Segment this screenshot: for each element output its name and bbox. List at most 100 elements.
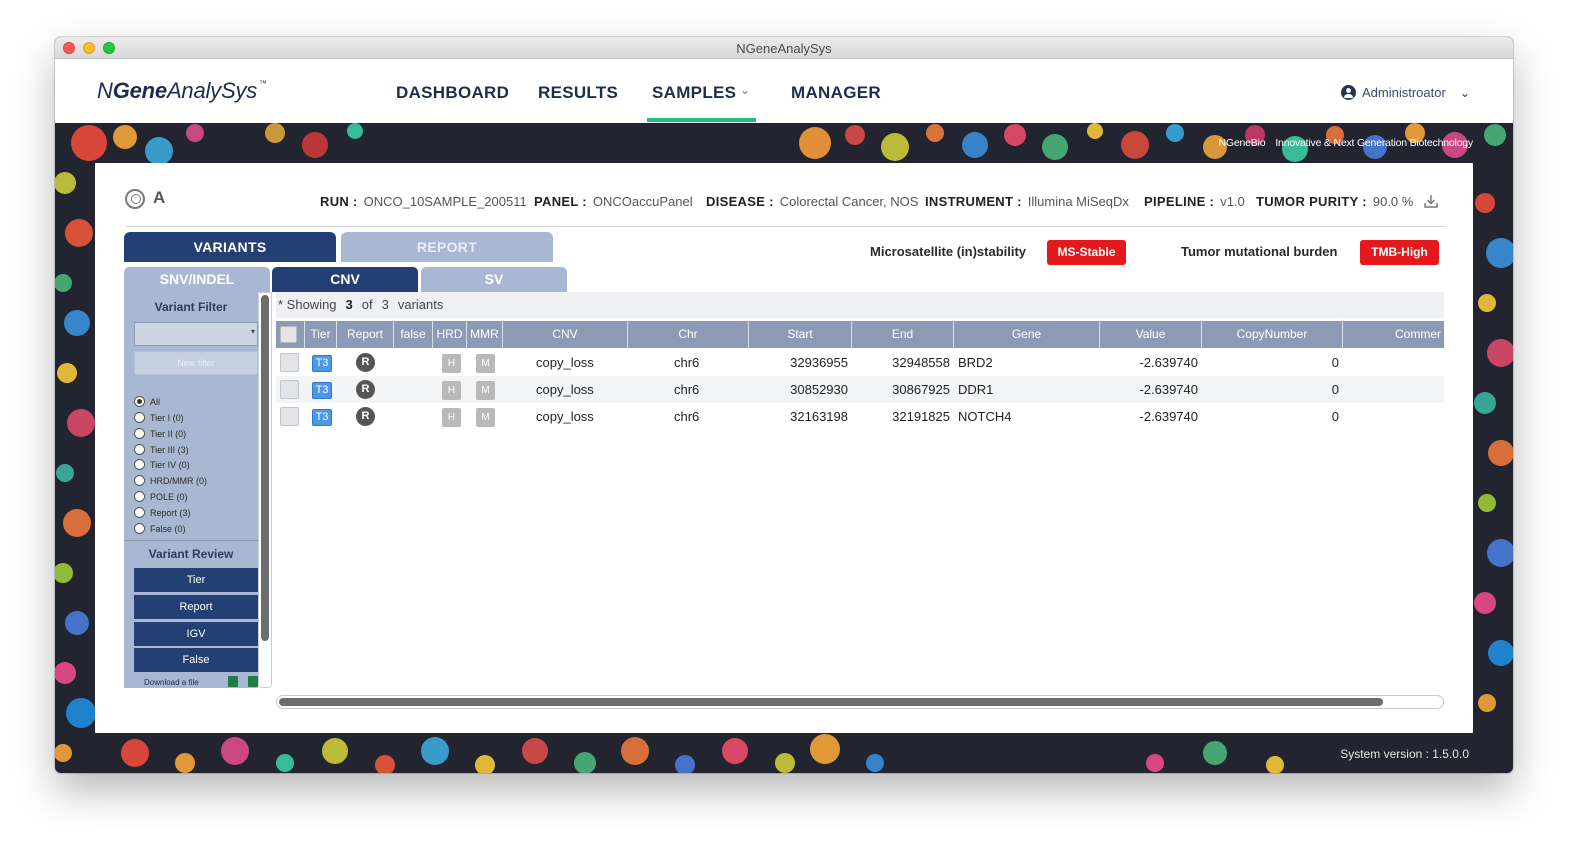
- report-badge[interactable]: R: [356, 380, 375, 399]
- column-header[interactable]: Gene: [954, 321, 1100, 348]
- brand-tagline: NGeneBio Innovative & Next Generation Bio…: [1218, 137, 1473, 149]
- radio-tier-2[interactable]: Tier II (0): [134, 428, 186, 439]
- review-tier-button[interactable]: Tier: [134, 568, 258, 592]
- chevron-down-icon[interactable]: ⌄: [740, 83, 750, 97]
- column-header[interactable]: CopyNumber: [1202, 321, 1343, 348]
- mmr-badge[interactable]: M: [476, 381, 495, 400]
- app-window: NGeneAnalySys NGeneAnalySys ™ DASHBOARD R…: [55, 37, 1513, 773]
- column-header[interactable]: Tier: [305, 321, 337, 348]
- instrument-info: INSTRUMENT : Illumina MiSeqDx: [925, 194, 1129, 209]
- tab-variants[interactable]: VARIANTS: [124, 232, 336, 262]
- value-cell: -2.639740: [1139, 355, 1198, 370]
- user-icon: [1341, 85, 1356, 100]
- app-logo[interactable]: NGeneAnalySys ™: [97, 78, 267, 104]
- end-cell: 30867925: [892, 382, 950, 397]
- radio-false[interactable]: False (0): [134, 523, 186, 534]
- column-header[interactable]: MMR: [467, 321, 503, 348]
- column-header[interactable]: CNV: [503, 321, 628, 348]
- select-all-checkbox[interactable]: [280, 326, 297, 343]
- new-filter-button[interactable]: New filter: [134, 351, 258, 375]
- sample-icon: [125, 189, 145, 209]
- table-row[interactable]: T3 R H M copy_loss chr6 32163198 3219182…: [276, 403, 1444, 430]
- radio-pole[interactable]: POLE (0): [134, 491, 188, 502]
- radio-report[interactable]: Report (3): [134, 507, 191, 518]
- subtab-cnv[interactable]: CNV: [272, 267, 418, 292]
- review-igv-button[interactable]: IGV: [134, 622, 258, 646]
- gene-cell: NOTCH4: [958, 409, 1012, 424]
- radio-tier-3[interactable]: Tier III (3): [134, 444, 189, 455]
- report-badge[interactable]: R: [356, 353, 375, 372]
- column-header[interactable]: End: [852, 321, 954, 348]
- column-header[interactable]: Chr: [628, 321, 749, 348]
- active-nav-indicator: [647, 118, 756, 122]
- grid-horizontal-scrollbar[interactable]: [276, 695, 1444, 709]
- excel-icon[interactable]: [228, 676, 238, 687]
- row-checkbox[interactable]: [280, 407, 299, 426]
- subtab-sv[interactable]: SV: [421, 267, 567, 292]
- mmr-badge[interactable]: M: [476, 354, 495, 373]
- sidebar-scroll-thumb[interactable]: [261, 295, 269, 641]
- column-header[interactable]: Report: [337, 321, 394, 348]
- download-icon[interactable]: [1423, 193, 1439, 209]
- table-row[interactable]: T3 R H M copy_loss chr6 30852930 3086792…: [276, 376, 1444, 403]
- review-report-button[interactable]: Report: [134, 595, 258, 619]
- nav-dashboard[interactable]: DASHBOARD: [396, 83, 509, 103]
- radio-hrd-mmr[interactable]: HRD/MMR (0): [134, 475, 207, 486]
- tier-badge[interactable]: T3: [312, 382, 332, 399]
- column-header[interactable]: HRD: [433, 321, 467, 348]
- start-cell: 32163198: [790, 409, 848, 424]
- sidebar-scrollbar[interactable]: [258, 292, 272, 688]
- start-cell: 30852930: [790, 382, 848, 397]
- chr-cell: chr6: [674, 382, 700, 397]
- nav-samples[interactable]: SAMPLES: [652, 83, 736, 103]
- title-bar: NGeneAnalySys: [55, 37, 1513, 59]
- user-menu[interactable]: Administroator ⌄: [1341, 85, 1470, 100]
- variant-filter-sidebar: Variant Filter New filter All Tier I (0)…: [124, 292, 258, 688]
- subtab-snv-indel[interactable]: SNV/INDEL: [124, 267, 270, 292]
- radio-tier-4[interactable]: Tier IV (0): [134, 459, 190, 470]
- filter-select[interactable]: [134, 322, 258, 346]
- nav-manager[interactable]: MANAGER: [791, 83, 881, 103]
- variant-filter-title: Variant Filter: [154, 300, 228, 314]
- row-checkbox[interactable]: [280, 353, 299, 372]
- radio-tier-1[interactable]: Tier I (0): [134, 412, 184, 423]
- review-false-button[interactable]: False: [134, 648, 258, 672]
- msi-status-badge: MS-Stable: [1047, 240, 1126, 265]
- column-header[interactable]: Commer: [1343, 321, 1444, 348]
- row-checkbox[interactable]: [280, 380, 299, 399]
- column-header[interactable]: Value: [1100, 321, 1202, 348]
- end-cell: 32948558: [892, 355, 950, 370]
- tab-report[interactable]: REPORT: [341, 232, 553, 262]
- hrd-badge[interactable]: H: [442, 354, 461, 373]
- system-version: System version : 1.5.0.0: [1340, 747, 1469, 761]
- cnv-variant-grid: * Showing 3 of 3 variants Tier Report false …: [276, 292, 1444, 712]
- chr-cell: chr6: [674, 355, 700, 370]
- report-badge[interactable]: R: [356, 407, 375, 426]
- copynumber-cell: 0: [1331, 382, 1339, 397]
- mmr-badge[interactable]: M: [476, 408, 495, 427]
- grid-header: Tier Report false HRD MMR CNV Chr Start …: [276, 321, 1444, 348]
- sample-detail-panel: A RUN : ONCO_10SAMPLE_200511 PANEL : ONCOa…: [95, 163, 1473, 733]
- chevron-down-icon: ⌄: [1459, 85, 1470, 100]
- radio-all[interactable]: All: [134, 396, 160, 407]
- gene-cell: DDR1: [958, 382, 994, 397]
- divider: [125, 226, 1445, 227]
- csv-icon[interactable]: [248, 676, 258, 687]
- disease-info: DISEASE : Colorectal Cancer, NOS: [706, 194, 919, 209]
- tier-badge[interactable]: T3: [312, 409, 332, 426]
- window-title: NGeneAnalySys: [736, 41, 832, 56]
- copynumber-cell: 0: [1331, 355, 1339, 370]
- table-row[interactable]: T3 R H M copy_loss chr6 32936955 3294855…: [276, 349, 1444, 376]
- column-header[interactable]: false: [394, 321, 433, 348]
- sample-info-row: A RUN : ONCO_10SAMPLE_200511 PANEL : ONCOa…: [125, 187, 1445, 217]
- cnv-cell: copy_loss: [536, 409, 594, 424]
- grid-scroll-thumb[interactable]: [279, 698, 1383, 706]
- nav-results[interactable]: RESULTS: [538, 83, 618, 103]
- hrd-badge[interactable]: H: [442, 381, 461, 400]
- value-cell: -2.639740: [1139, 409, 1198, 424]
- copynumber-cell: 0: [1331, 409, 1339, 424]
- pipeline-info: PIPELINE : v1.0: [1144, 194, 1245, 209]
- hrd-badge[interactable]: H: [442, 408, 461, 427]
- tier-badge[interactable]: T3: [312, 355, 332, 372]
- column-header[interactable]: Start: [749, 321, 852, 348]
